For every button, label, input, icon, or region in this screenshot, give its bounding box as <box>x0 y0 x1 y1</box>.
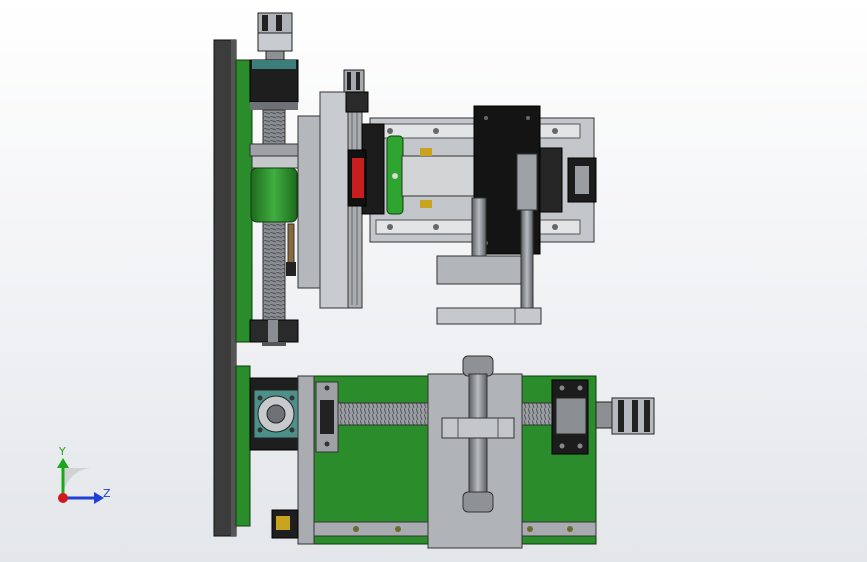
probe-rod-left[interactable] <box>471 197 487 259</box>
lower-motor-mount[interactable] <box>249 377 299 451</box>
screw-nut-block[interactable] <box>441 417 515 439</box>
triad-plane-icon <box>63 468 93 498</box>
actuator-right-bearing[interactable] <box>567 157 597 203</box>
green-gripper-arm[interactable] <box>386 135 404 215</box>
z-axis-label: Z <box>103 487 111 500</box>
y-axis-label: Y <box>58 445 66 458</box>
upper-motor-coupling[interactable] <box>257 12 293 62</box>
y-axis-arrowhead-icon <box>57 458 69 468</box>
cad-viewport[interactable]: Y Z <box>0 0 867 562</box>
cable-tie-block[interactable] <box>271 509 299 539</box>
base-column[interactable] <box>213 39 237 537</box>
right-screw-support[interactable] <box>551 379 589 455</box>
small-coupling[interactable] <box>343 69 369 113</box>
upper-bearing-block[interactable] <box>249 59 299 110</box>
coordinate-triad: Y Z <box>57 445 111 504</box>
lower-bearing-block[interactable] <box>249 319 299 346</box>
x-axis-origin-icon <box>58 493 68 503</box>
probe-plate-upper[interactable] <box>436 255 522 285</box>
left-screw-support[interactable] <box>315 381 339 453</box>
probe-plate-lower[interactable] <box>436 307 542 325</box>
lower-green-bracket[interactable] <box>235 365 251 527</box>
lower-motor-coupling[interactable] <box>595 397 655 435</box>
vertical-limit-sensor[interactable] <box>286 223 296 276</box>
vertical-screw-nut[interactable] <box>249 143 299 223</box>
